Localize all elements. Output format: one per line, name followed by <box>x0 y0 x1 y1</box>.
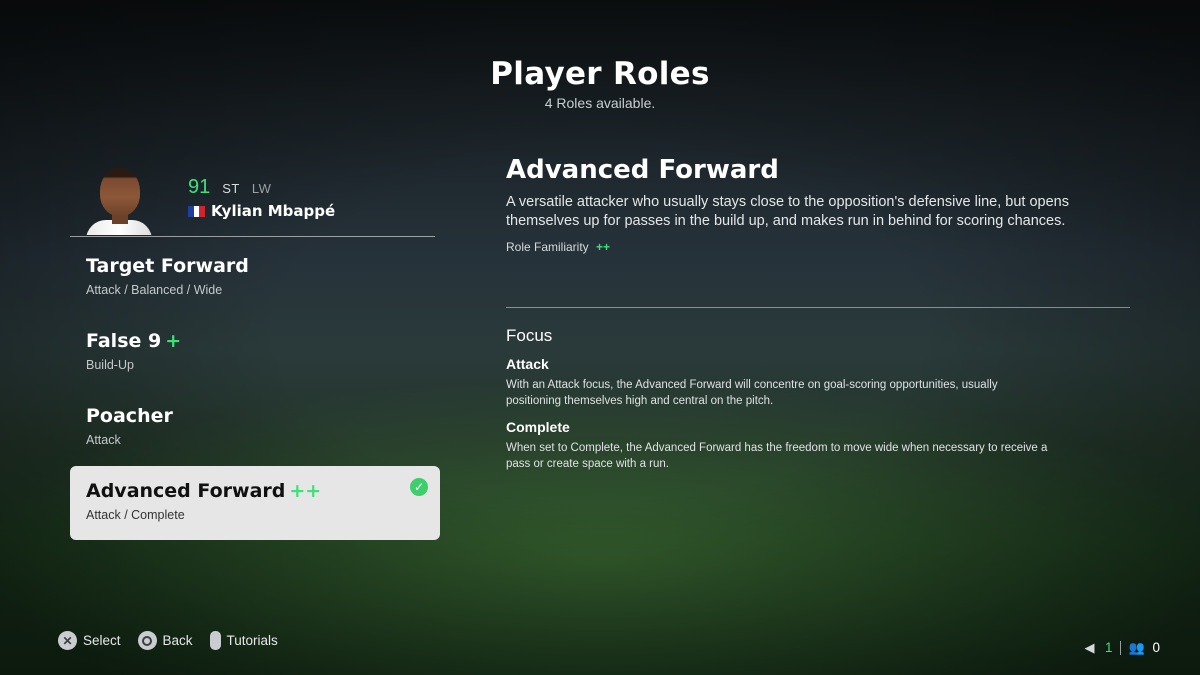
player-card: 91 ST LW Kylian Mbappé <box>70 160 435 237</box>
focus-section: Focus Attack With an Attack focus, the A… <box>506 326 1066 472</box>
role-name: Advanced Forward <box>86 480 286 502</box>
player-rating: 91 <box>188 176 211 198</box>
footer-button-hints: ✕ Select Back Tutorials <box>58 631 295 650</box>
role-detail-description: A versatile attacker who usually stays c… <box>506 194 1069 229</box>
notification-count: 1 <box>1104 640 1113 655</box>
select-hint-label: Select <box>83 633 121 648</box>
player-rating-row: 91 ST LW <box>188 176 271 199</box>
role-focus-options: Build-Up <box>86 358 134 372</box>
player-name: Kylian Mbappé <box>211 202 336 220</box>
focus-heading: Focus <box>506 326 553 345</box>
page-header: Player Roles 4 Roles available. <box>0 56 1200 111</box>
role-detail-title: Advanced Forward <box>506 155 779 185</box>
status-indicators: ◀ 1 👥 0 <box>1082 639 1160 656</box>
role-item-false-9[interactable]: False 9 + Build-Up <box>70 316 440 390</box>
focus-item-title: Complete <box>506 419 570 435</box>
select-hint[interactable]: ✕ Select <box>58 631 121 650</box>
roles-available-count: 4 Roles available. <box>544 95 656 111</box>
role-familiarity-label: Role Familiarity <box>506 240 589 254</box>
france-flag-icon <box>188 205 206 217</box>
back-hint[interactable]: Back <box>137 631 193 650</box>
page-title: Player Roles <box>490 56 710 92</box>
section-divider <box>506 307 1130 308</box>
friends-icon: 👥 <box>1128 639 1146 655</box>
touchpad-button-icon <box>209 631 221 650</box>
circle-button-icon <box>137 631 157 650</box>
role-plus-badge: + <box>165 330 182 352</box>
tutorials-hint-label: Tutorials <box>226 633 278 648</box>
role-focus-options: Attack <box>86 433 121 447</box>
friends-count: 0 <box>1152 640 1160 655</box>
focus-item-title: Attack <box>506 356 549 372</box>
selected-check-icon: ✓ <box>410 478 428 496</box>
role-item-poacher[interactable]: Poacher Attack <box>70 391 440 465</box>
role-detail-panel: Advanced Forward A versatile attacker wh… <box>506 155 1126 254</box>
status-separator <box>1120 640 1122 655</box>
player-avatar <box>84 160 154 235</box>
role-familiarity-badge: ++ <box>596 240 611 254</box>
cross-button-icon: ✕ <box>58 631 77 650</box>
focus-item-text: When set to Complete, the Advanced Forwa… <box>506 442 1048 470</box>
role-item-target-forward[interactable]: Target Forward Attack / Balanced / Wide <box>70 241 440 315</box>
role-item-advanced-forward[interactable]: Advanced Forward ++ Attack / Complete ✓ <box>70 466 440 540</box>
player-position-primary: ST <box>222 181 240 196</box>
notification-icon: ◀ <box>1084 639 1095 655</box>
role-focus-options: Attack / Balanced / Wide <box>86 283 223 297</box>
role-plus-badge: ++ <box>289 480 322 502</box>
role-focus-options: Attack / Complete <box>86 508 185 522</box>
tutorials-hint[interactable]: Tutorials <box>209 631 278 650</box>
role-name: Poacher <box>86 405 173 427</box>
back-hint-label: Back <box>162 633 193 648</box>
role-name: False 9 <box>86 330 162 352</box>
role-name: Target Forward <box>86 255 249 277</box>
focus-item-text: With an Attack focus, the Advanced Forwa… <box>506 379 998 407</box>
player-name-row: Kylian Mbappé <box>188 202 335 220</box>
player-position-secondary: LW <box>251 181 272 196</box>
role-familiarity: Role Familiarity ++ <box>506 240 1126 254</box>
